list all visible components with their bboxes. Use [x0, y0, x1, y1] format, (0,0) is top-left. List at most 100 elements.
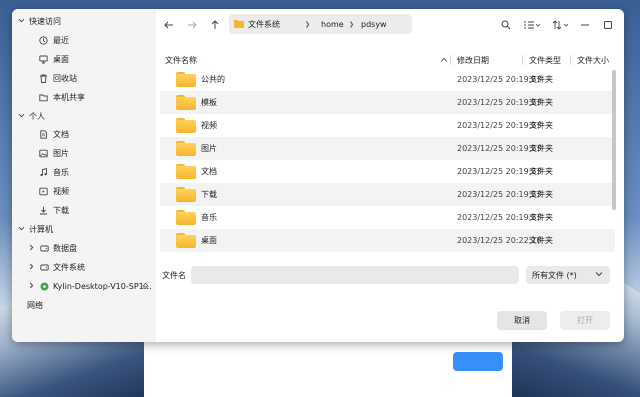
column-separator[interactable] [522, 55, 523, 65]
chevron-right-icon[interactable] [27, 282, 35, 291]
column-header-name[interactable]: 文件名称 [165, 52, 197, 68]
sidebar-item-label: 本机共享 [53, 92, 85, 102]
sidebar-item[interactable]: 图片 [12, 144, 156, 162]
file-row[interactable]: 图片 2023/12/25 20:19:53 文件夹 [160, 137, 615, 160]
sidebar-item[interactable]: 回收站 [12, 69, 156, 87]
folder-icon [176, 72, 196, 87]
chevron-down-icon [17, 17, 25, 26]
column-separator[interactable] [570, 55, 571, 65]
sidebar-item[interactable]: 本机共享 [12, 88, 156, 106]
trash-icon [38, 73, 48, 83]
view-mode-button[interactable] [520, 16, 544, 34]
file-type: 文件夹 [529, 121, 553, 130]
file-row[interactable]: 下载 2023/12/25 20:19:53 文件夹 [160, 183, 615, 206]
search-button[interactable] [497, 16, 515, 34]
sidebar-item[interactable]: 最近 [12, 31, 156, 49]
sidebar-group-header[interactable]: 快速访问 [12, 12, 156, 30]
file-type: 文件夹 [529, 213, 553, 222]
file-row[interactable]: 公共的 2023/12/25 20:19:53 文件夹 [160, 68, 615, 91]
arrow-left-icon [164, 21, 173, 29]
file-name: 文档 [201, 167, 217, 176]
chevron-up-icon [440, 56, 448, 64]
sidebar-item-label: 下载 [53, 205, 69, 215]
drive-icon [39, 243, 49, 253]
parent-create-button[interactable]: 创建 [453, 352, 503, 371]
sidebar-item-label: 最近 [53, 35, 69, 45]
chevron-down-icon [595, 270, 603, 280]
close-button[interactable] [622, 16, 624, 34]
sidebar-item-label: 音乐 [53, 167, 69, 177]
video-icon [38, 186, 48, 196]
filename-input[interactable] [191, 266, 519, 284]
sidebar-item[interactable]: 下载 [12, 201, 156, 219]
cancel-button[interactable]: 取消 [497, 311, 547, 330]
file-list: 文件名称 修改日期 文件类型 文件大小 公共的 2023/12/25 20:19:… [160, 52, 620, 256]
file-type: 文件夹 [529, 144, 553, 153]
sidebar-item[interactable]: 文档 [12, 125, 156, 143]
sidebar-item[interactable]: 视频 [12, 182, 156, 200]
breadcrumb-item[interactable]: 文件系统 [248, 14, 280, 34]
maximize-icon [604, 21, 612, 29]
sidebar-group-header[interactable]: 计算机 [12, 220, 156, 238]
image-icon [38, 148, 48, 158]
chevron-down-icon [17, 112, 25, 121]
breadcrumb-item[interactable]: pdsyw [361, 14, 387, 34]
back-button[interactable] [160, 16, 178, 34]
file-type: 文件夹 [529, 98, 553, 107]
sidebar-item-label: 桌面 [53, 54, 69, 64]
folder-icon [176, 210, 196, 225]
filename-label: 文件名 [162, 270, 186, 280]
sidebar-item[interactable]: Kylin-Desktop-V10-SP1… [12, 277, 156, 295]
sidebar-item-label: 数据盘 [53, 243, 77, 253]
sidebar-group-header[interactable]: 网络 [12, 296, 156, 314]
file-row[interactable]: 视频 2023/12/25 20:19:53 文件夹 [160, 114, 615, 137]
column-header-type[interactable]: 文件类型 [529, 52, 561, 68]
chevron-right-icon[interactable] [27, 244, 35, 253]
parent-window: 创建 [144, 340, 512, 397]
maximize-button[interactable] [599, 16, 617, 34]
file-row[interactable]: 模板 2023/12/25 20:19:53 文件夹 [160, 91, 615, 114]
breadcrumb-item[interactable]: home [321, 14, 344, 34]
scrollbar[interactable] [612, 70, 616, 210]
sidebar-group-header[interactable]: 个人 [12, 107, 156, 125]
column-separator[interactable] [450, 55, 451, 65]
minimize-button[interactable] [576, 16, 594, 34]
forward-button[interactable] [183, 16, 201, 34]
file-row[interactable]: 音乐 2023/12/25 20:19:53 文件夹 [160, 206, 615, 229]
column-header-size[interactable]: 文件大小 [577, 52, 609, 68]
sidebar-group-label: 计算机 [29, 224, 53, 234]
file-name: 桌面 [201, 236, 217, 245]
sidebar-item[interactable]: 数据盘 [12, 239, 156, 257]
file-type: 文件夹 [529, 190, 553, 199]
sidebar-item[interactable]: 文件系统 [12, 258, 156, 276]
chevron-right-icon[interactable] [27, 263, 35, 272]
folder-icon [176, 95, 196, 110]
sidebar-item-label: 视频 [53, 186, 69, 196]
folder-icon [176, 233, 196, 248]
file-open-dialog: 快速访问 最近 桌面 回收站 本机共享 个人 文档 图片 音乐 视频 下载 计算机 数据盘 文件系统 Kyl… [12, 9, 624, 342]
sidebar-item-label: 文件系统 [53, 262, 85, 272]
open-button[interactable]: 打开 [560, 311, 610, 330]
folder-icon [176, 118, 196, 133]
sidebar-item-label: 文档 [53, 129, 69, 139]
file-name: 视频 [201, 121, 217, 130]
arrow-right-icon [188, 21, 197, 29]
chevron-down-icon [17, 225, 25, 234]
sidebar-item[interactable]: 桌面 [12, 50, 156, 68]
eject-icon[interactable] [141, 281, 150, 290]
filetype-select[interactable]: 所有文件 (*) [526, 266, 610, 284]
sidebar-item[interactable]: 音乐 [12, 163, 156, 181]
file-row[interactable]: 文档 2023/12/25 20:19:53 文件夹 [160, 160, 615, 183]
file-row[interactable]: 桌面 2023/12/25 20:22:18 文件夹 [160, 229, 615, 252]
folder-icon [176, 141, 196, 156]
column-header-date[interactable]: 修改日期 [457, 52, 489, 68]
download-icon [38, 205, 48, 215]
sidebar-group-label: 快速访问 [29, 16, 61, 26]
up-button[interactable] [206, 16, 224, 34]
sort-button[interactable] [548, 16, 572, 34]
breadcrumb: 文件系统 ❯ home ❯ pdsyw [229, 14, 412, 34]
folder-icon [176, 187, 196, 202]
drive-icon [39, 262, 49, 272]
folder-icon [234, 19, 244, 28]
file-name: 图片 [201, 144, 217, 153]
